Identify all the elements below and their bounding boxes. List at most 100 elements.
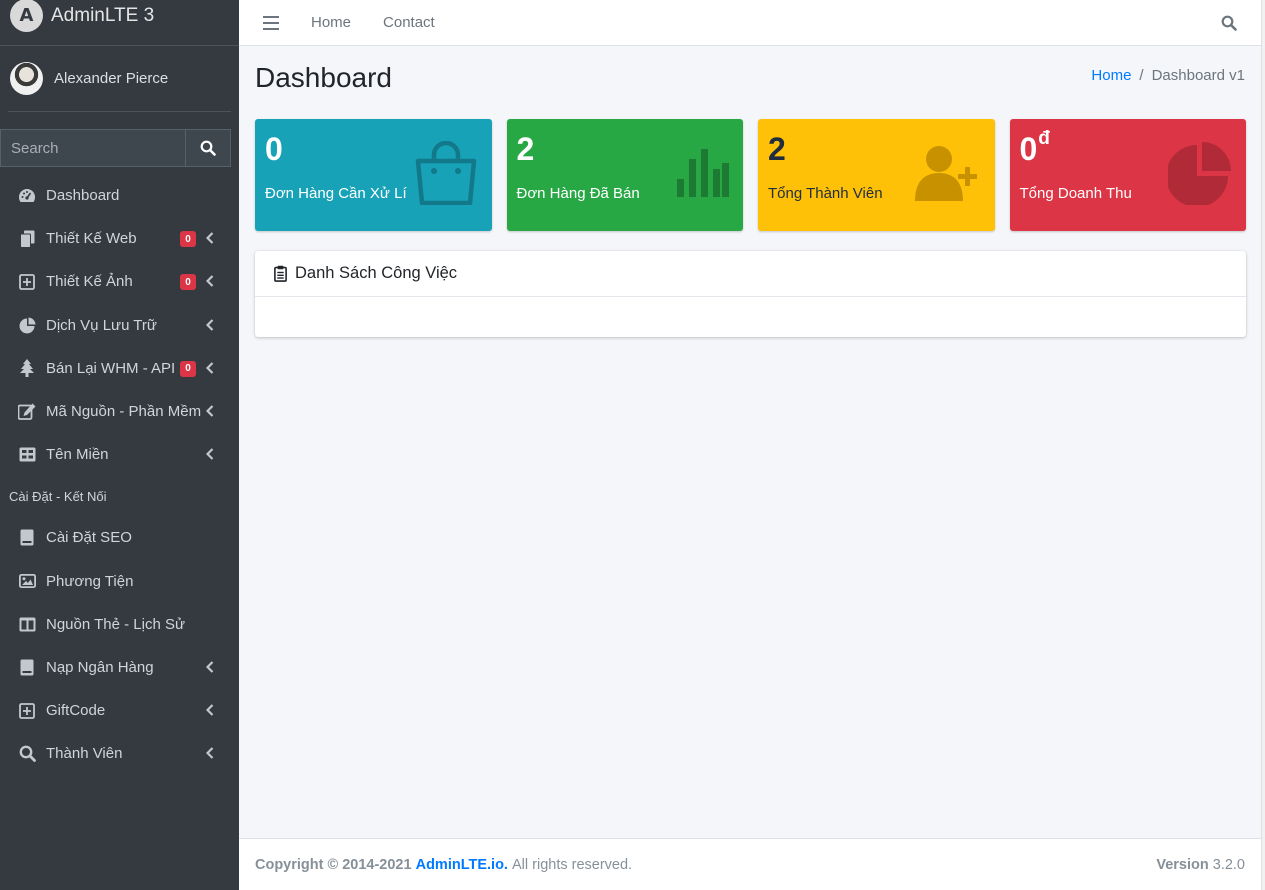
sidebar-item-dashboard[interactable]: Dashboard (0, 174, 239, 217)
footer-copyright: Copyright © 2014-2021 (255, 856, 412, 873)
nav-link-contact[interactable]: Contact (383, 14, 435, 31)
stat-value: 0 (265, 131, 283, 167)
sidebar-section-header: Cài Đặt - Kết Nối (9, 488, 107, 504)
count-badge: 0 (180, 274, 196, 291)
sidebar-item-dich-vu-luu-tru[interactable]: Dịch Vụ Lưu Trữ (0, 304, 239, 347)
copy-icon (18, 230, 36, 248)
stat-box-total-revenue[interactable]: 0đ Tổng Doanh Thu (1009, 119, 1246, 231)
page-title: Dashboard (255, 62, 392, 93)
tree-icon (18, 359, 36, 378)
breadcrumb-separator: / (1139, 67, 1144, 84)
main-footer: Copyright © 2014-2021 AdminLTE.io. All r… (239, 838, 1261, 890)
tachometer-icon (18, 187, 36, 205)
stat-label: Tổng Thành Viên (768, 185, 883, 202)
stat-box-total-members[interactable]: 2 Tổng Thành Viên (758, 119, 995, 231)
th-large-icon (18, 446, 36, 464)
chevron-left-icon (206, 318, 216, 332)
stat-value: 2 (768, 131, 786, 167)
image-icon (18, 572, 36, 590)
stat-value: 2 (516, 131, 535, 167)
count-badge: 0 (180, 231, 196, 248)
version-number: 3.2.0 (1212, 856, 1245, 873)
breadcrumb-current: Dashboard v1 (1151, 67, 1245, 84)
hamburger-menu-icon[interactable] (263, 15, 279, 30)
sidebar-item-giftcode[interactable]: GiftCode (0, 689, 239, 732)
stat-value: 0đ (1019, 128, 1050, 167)
bar-chart-icon (677, 149, 729, 197)
sidebar-item-label: Tên Miền (46, 446, 109, 464)
search-icon (18, 745, 36, 763)
page-scrollbar[interactable] (1261, 0, 1265, 890)
sidebar-item-thiet-ke-anh[interactable]: Thiết Kế Ảnh 0 (0, 260, 239, 303)
sidebar-item-label: Thiết Kế Web (46, 230, 137, 248)
sidebar-item-label: Phương Tiện (46, 572, 134, 590)
footer-version: Version 3.2.0 (1156, 856, 1245, 873)
sidebar-nav: Dashboard Thiết Kế Web 0 Thiết Kế Ảnh 0 … (0, 174, 239, 775)
sidebar-search-button[interactable] (185, 129, 231, 167)
sidebar-item-label: Dashboard (46, 187, 120, 205)
sidebar-item-thanh-vien[interactable]: Thành Viên (0, 732, 239, 775)
sidebar-item-phuong-tien[interactable]: Phương Tiện (0, 560, 239, 603)
sidebar-item-cai-dat-seo[interactable]: Cài Đặt SEO (0, 516, 239, 559)
clipboard-icon (274, 265, 287, 282)
sidebar-item-label: Nguồn Thẻ - Lịch Sử (46, 615, 186, 633)
stat-box-pending-orders[interactable]: 0 Đơn Hàng Cần Xử Lí (255, 119, 492, 231)
brand-text: AdminLTE 3 (51, 4, 155, 26)
breadcrumb: Home / Dashboard v1 (1091, 67, 1245, 84)
sidebar-search (0, 129, 231, 167)
pie-chart-icon (1168, 142, 1231, 205)
top-navbar: Home Contact (239, 0, 1261, 46)
sidebar-item-label: Thiết Kế Ảnh (46, 273, 133, 291)
card-header: Danh Sách Công Việc (255, 251, 1246, 297)
stat-boxes: 0 Đơn Hàng Cần Xử Lí 2 Đơn Hàng Đã Bán 2… (255, 119, 1246, 231)
user-panel[interactable]: Alexander Pierce (8, 46, 231, 112)
stat-label: Đơn Hàng Cần Xử Lí (265, 185, 407, 202)
book-icon (18, 658, 36, 676)
sidebar-item-ma-nguon-phan-mem[interactable]: Mã Nguồn - Phần Mềm (0, 390, 239, 433)
sidebar-item-label: Nạp Ngân Hàng (46, 658, 154, 676)
sidebar-item-label: Thành Viên (46, 745, 123, 763)
chevron-left-icon (206, 361, 216, 375)
sidebar-item-label: Bán Lại WHM - API (46, 359, 176, 377)
sidebar-item-ban-lai-whm-api[interactable]: Bán Lại WHM - API 0 (0, 347, 239, 390)
stat-label: Tổng Doanh Thu (1019, 185, 1132, 202)
stat-box-sold-orders[interactable]: 2 Đơn Hàng Đã Bán (506, 119, 743, 231)
chevron-left-icon (206, 746, 216, 760)
navbar-search-icon[interactable] (1221, 15, 1237, 36)
card-title: Danh Sách Công Việc (295, 264, 458, 282)
sidebar-item-label: Cài Đặt SEO (46, 529, 132, 547)
nav-link-home[interactable]: Home (311, 14, 351, 31)
task-list-card: Danh Sách Công Việc (255, 251, 1246, 337)
sidebar-item-label: Mã Nguồn - Phần Mềm (46, 403, 202, 421)
sidebar-item-nap-ngan-hang[interactable]: Nạp Ngân Hàng (0, 646, 239, 689)
sidebar-item-label: GiftCode (46, 702, 106, 720)
edit-icon (18, 403, 36, 421)
footer-link[interactable]: AdminLTE.io. (416, 857, 508, 873)
stat-label: Đơn Hàng Đã Bán (516, 185, 640, 202)
book-icon (18, 529, 36, 547)
plus-square-icon (18, 273, 36, 291)
chevron-left-icon (206, 447, 216, 461)
sidebar-item-label: Dịch Vụ Lưu Trữ (46, 316, 157, 334)
brand-link[interactable]: A AdminLTE 3 (0, 0, 239, 46)
chevron-left-icon (206, 660, 216, 674)
sidebar-search-input[interactable] (0, 129, 185, 167)
user-plus-icon (914, 146, 977, 201)
chevron-left-icon (206, 703, 216, 717)
chevron-left-icon (206, 404, 216, 418)
columns-icon (18, 615, 36, 633)
pie-chart-icon (18, 316, 36, 334)
footer-rights: All rights reserved. (512, 856, 633, 873)
avatar (10, 62, 43, 95)
search-icon (200, 140, 216, 156)
currency-unit: đ (1038, 128, 1050, 149)
main-sidebar: A AdminLTE 3 Alexander Pierce Dashboard … (0, 0, 239, 890)
breadcrumb-home-link[interactable]: Home (1091, 67, 1131, 84)
chevron-left-icon (206, 274, 216, 288)
sidebar-item-thiet-ke-web[interactable]: Thiết Kế Web 0 (0, 217, 239, 260)
user-name[interactable]: Alexander Pierce (54, 70, 168, 87)
chevron-left-icon (206, 231, 216, 245)
sidebar-item-nguon-the-lich-su[interactable]: Nguồn Thẻ - Lịch Sử (0, 603, 239, 646)
count-badge: 0 (180, 360, 196, 377)
sidebar-item-ten-mien[interactable]: Tên Miền (0, 433, 239, 476)
